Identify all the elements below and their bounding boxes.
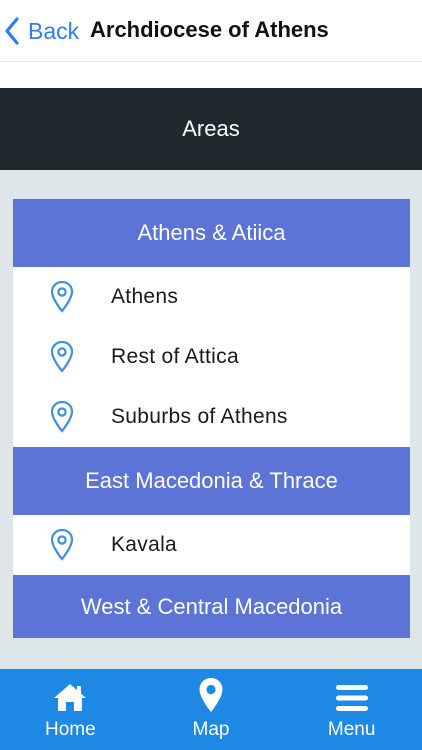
back-label: Back	[28, 17, 80, 44]
list-item-label: Kavala	[111, 533, 178, 556]
list-item-suburbs-of-athens[interactable]: Suburbs of Athens	[13, 387, 410, 447]
list-item-label: Suburbs of Athens	[111, 405, 288, 428]
tab-label: Map	[192, 719, 230, 740]
home-icon	[52, 669, 88, 713]
tab-menu[interactable]: Menu	[281, 669, 422, 750]
tab-map[interactable]: Map	[141, 669, 282, 750]
areas-list: Athens & Atiica Athens Rest of Attica Su…	[13, 199, 410, 638]
group-header-west-central-macedonia[interactable]: West & Central Macedonia	[13, 575, 410, 638]
chevron-left-icon	[5, 17, 19, 45]
tab-label: Menu	[327, 719, 376, 740]
navigation-bar: Back Archdiocese of Athens	[0, 0, 422, 62]
tab-label: Home	[44, 719, 96, 740]
map-pin-icon	[47, 400, 77, 434]
tab-bar: Home Map Menu	[0, 669, 422, 750]
map-marker-icon	[198, 669, 224, 713]
content-area[interactable]: Athens & Atiica Athens Rest of Attica Su…	[0, 170, 422, 669]
list-item-rest-of-attica[interactable]: Rest of Attica	[13, 327, 410, 387]
tab-home[interactable]: Home	[0, 669, 141, 750]
map-pin-icon	[47, 340, 77, 374]
screen: Back Archdiocese of Athens Areas Athens …	[0, 0, 422, 750]
map-pin-icon	[47, 280, 77, 314]
list-item-athens[interactable]: Athens	[13, 267, 410, 327]
map-pin-icon	[47, 528, 77, 562]
hamburger-menu-icon	[335, 669, 369, 713]
list-item-label: Athens	[111, 285, 179, 308]
group-header-athens-attica[interactable]: Athens & Atiica	[13, 199, 410, 267]
list-item-label: Rest of Attica	[111, 345, 239, 368]
group-header-east-macedonia-thrace[interactable]: East Macedonia & Thrace	[13, 447, 410, 515]
section-header: Areas	[0, 88, 422, 170]
back-button[interactable]: Back	[4, 14, 79, 48]
list-item-kavala[interactable]: Kavala	[13, 515, 410, 575]
page-title: Archdiocese of Athens	[90, 17, 329, 42]
